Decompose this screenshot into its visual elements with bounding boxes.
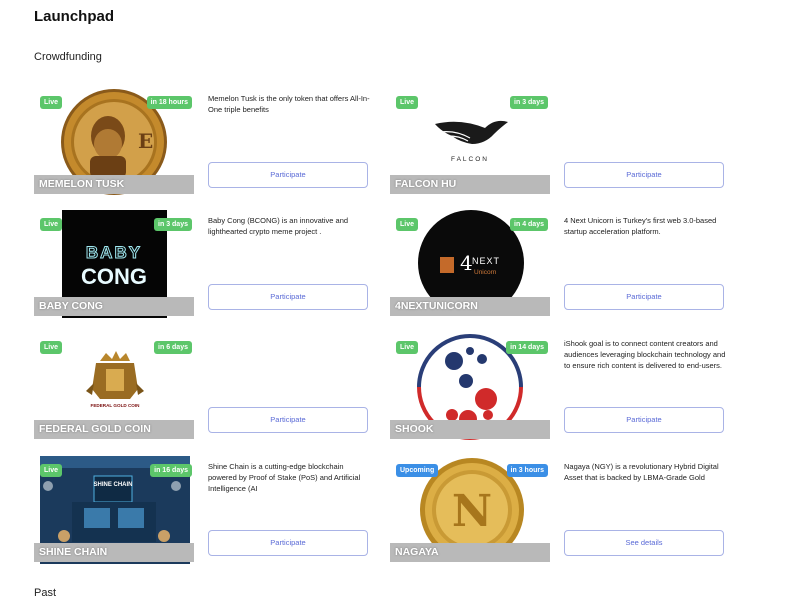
- time-badge: in 3 hours: [506, 464, 548, 477]
- project-description: 4 Next Unicorn is Turkey's first web 3.0…: [564, 216, 717, 236]
- participate-button[interactable]: Participate: [564, 407, 724, 433]
- project-image: BABY CONG Live in 3 days BABY CONG: [34, 210, 194, 318]
- project-description: Nagaya (NGY) is a revolutionary Hybrid D…: [564, 462, 719, 482]
- project-image: Live in 14 days SHOOK: [390, 333, 550, 441]
- section-title-past: Past: [34, 587, 57, 598]
- cong-logo-text: CONG: [81, 264, 147, 289]
- launch-card[interactable]: Live in 14 days SHOOK iShook goal is to …: [390, 333, 730, 441]
- project-name: NAGAYA: [390, 543, 550, 562]
- see-details-button[interactable]: See details: [564, 530, 724, 556]
- launch-card[interactable]: N Upcoming in 3 hours NAGAYA Nagaya (NGY…: [390, 456, 730, 564]
- time-badge: in 6 days: [154, 341, 192, 354]
- status-badge: Upcoming: [396, 464, 439, 477]
- participate-button[interactable]: Participate: [208, 284, 368, 310]
- launch-card[interactable]: FALCON Live in 3 days FALCON HU Particip…: [390, 88, 730, 196]
- launch-card[interactable]: E Live in 18 hours MEMELON TUSK Memelon …: [34, 88, 374, 196]
- project-name: SHINE CHAIN: [34, 543, 194, 562]
- falcon-logo-text: FALCON: [451, 156, 489, 163]
- project-image: N Upcoming in 3 hours NAGAYA: [390, 456, 550, 564]
- section-title-crowdfunding: Crowdfunding: [34, 51, 102, 63]
- time-badge: in 16 days: [150, 464, 192, 477]
- project-name: BABY CONG: [34, 297, 194, 316]
- federal-logo-text: FEDERAL GOLD COIN: [91, 403, 141, 408]
- project-image: SHINE CHAIN Live in 16 days SHINE CHAIN: [34, 456, 194, 564]
- launch-card[interactable]: BABY CONG Live in 3 days BABY CONG Baby …: [34, 210, 374, 318]
- time-badge: in 3 days: [510, 96, 548, 109]
- time-badge: in 14 days: [506, 341, 548, 354]
- status-badge: Live: [40, 218, 63, 231]
- status-badge: Live: [396, 218, 419, 231]
- project-name: MEMELON TUSK: [34, 175, 194, 194]
- launch-card[interactable]: 4 NEXT Unicorn Live in 4 days 4NEXTUNICO…: [390, 210, 730, 318]
- svg-text:4: 4: [460, 251, 473, 275]
- status-badge: Live: [396, 96, 419, 109]
- project-image: E Live in 18 hours MEMELON TUSK: [34, 88, 194, 196]
- shine-logo-text: SHINE CHAIN: [93, 482, 132, 488]
- svg-text:N: N: [452, 486, 492, 537]
- participate-button[interactable]: Participate: [564, 162, 724, 188]
- project-description: Memelon Tusk is the only token that offe…: [208, 94, 370, 114]
- time-badge: in 18 hours: [146, 96, 192, 109]
- project-description: Baby Cong (BCONG) is an innovative and l…: [208, 216, 349, 236]
- participate-button[interactable]: Participate: [208, 407, 368, 433]
- page-title: Launchpad: [34, 8, 115, 25]
- project-name: FALCON HU: [390, 175, 550, 194]
- project-name: SHOOK: [390, 420, 550, 439]
- project-image: FALCON Live in 3 days FALCON HU: [390, 88, 550, 196]
- time-badge: in 3 days: [154, 218, 192, 231]
- baby-logo-text: BABY: [86, 243, 142, 262]
- unicorn-logo-text: Unicorn: [474, 269, 497, 276]
- project-name: 4NEXTUNICORN: [390, 297, 550, 316]
- project-description: Shine Chain is a cutting-edge blockchain…: [208, 462, 361, 493]
- project-description: iShook goal is to connect content creato…: [564, 339, 726, 370]
- svg-text:E: E: [138, 129, 153, 153]
- participate-button[interactable]: Participate: [564, 284, 724, 310]
- time-badge: in 4 days: [510, 218, 548, 231]
- status-badge: Live: [40, 464, 63, 477]
- project-image: 4 NEXT Unicorn Live in 4 days 4NEXTUNICO…: [390, 210, 550, 318]
- project-name: FEDERAL GOLD COIN: [34, 420, 194, 439]
- participate-button[interactable]: Participate: [208, 530, 368, 556]
- participate-button[interactable]: Participate: [208, 162, 368, 188]
- status-badge: Live: [396, 341, 419, 354]
- launch-card[interactable]: FEDERAL GOLD COIN Live in 6 days FEDERAL…: [34, 333, 374, 441]
- next-logo-text: NEXT: [472, 256, 500, 266]
- project-image: FEDERAL GOLD COIN Live in 6 days FEDERAL…: [34, 333, 194, 441]
- status-badge: Live: [40, 96, 63, 109]
- launch-card[interactable]: SHINE CHAIN Live in 16 days SHINE CHAIN …: [34, 456, 374, 564]
- status-badge: Live: [40, 341, 63, 354]
